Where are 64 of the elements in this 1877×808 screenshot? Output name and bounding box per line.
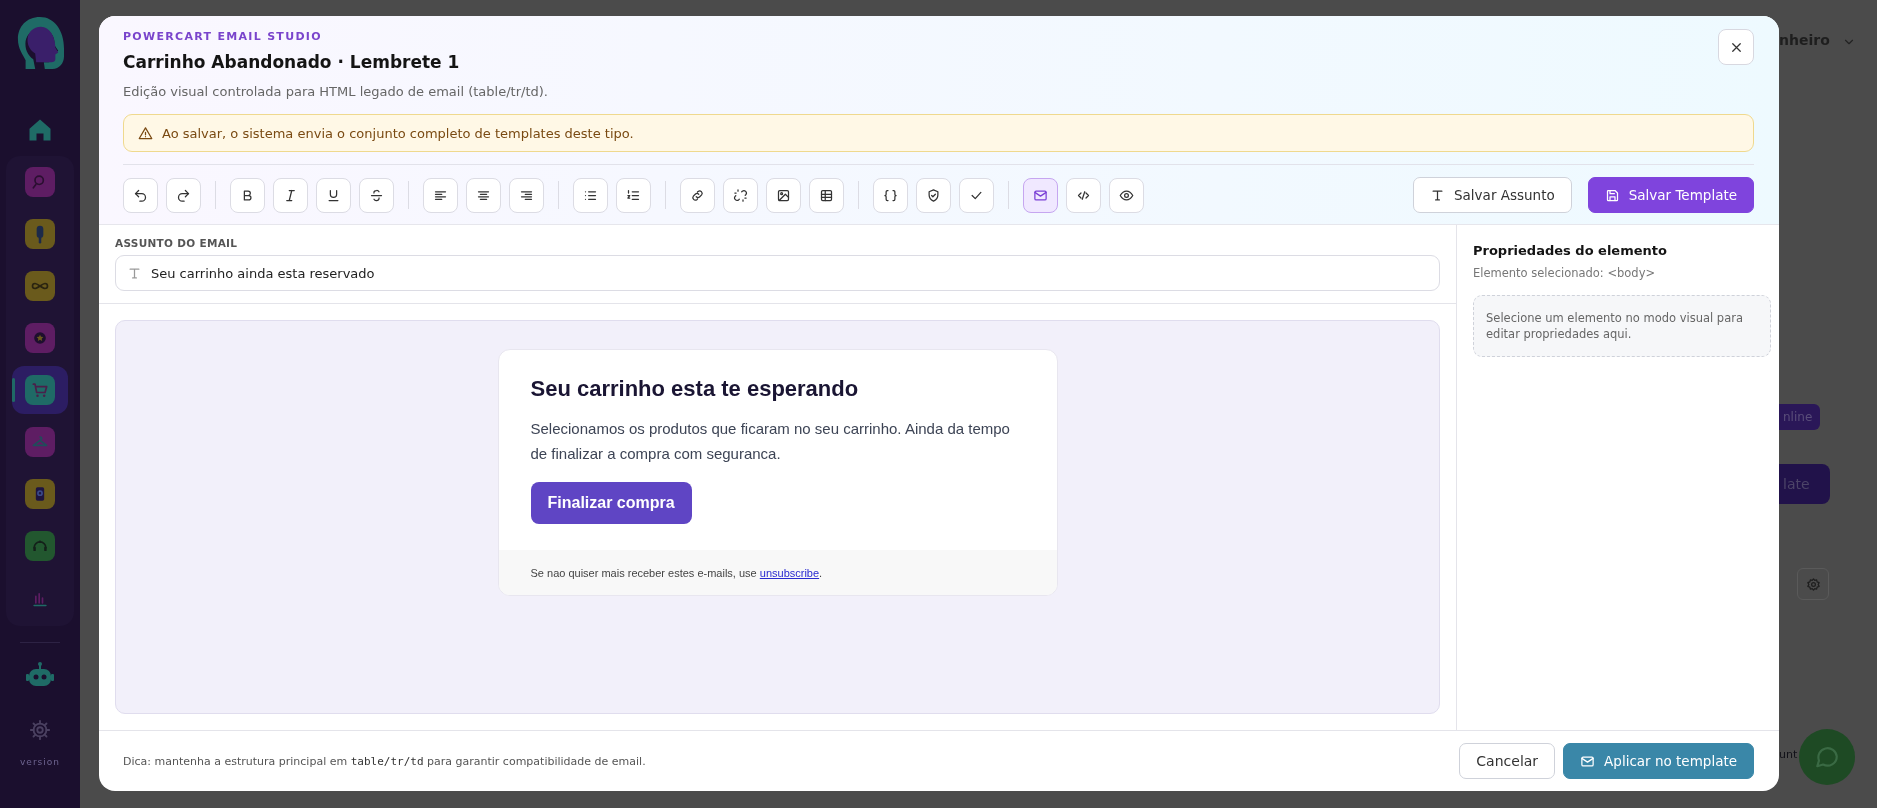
numbered-list-icon <box>626 187 641 203</box>
link-icon <box>690 187 705 203</box>
unsubscribe-link[interactable]: unsubscribe <box>759 567 820 579</box>
toolbar-button[interactable] <box>466 177 501 213</box>
close-button[interactable] <box>1718 29 1754 65</box>
mail-icon <box>1033 187 1048 203</box>
toolbar-button[interactable] <box>616 177 651 213</box>
save-icon <box>1604 187 1620 203</box>
warning-icon <box>138 125 153 141</box>
warning-text: Ao salvar, o sistema envia o conjunto completo de templates deste tipo. <box>162 125 634 141</box>
hint-text: Dica: mantenha a estrutura principal em table/tr/td para garantir compatibilidade de email. <box>123 754 646 768</box>
apply-template-button[interactable]: Aplicar no template <box>1563 743 1754 779</box>
finalize-purchase-button[interactable]: Finalizar compra <box>530 482 692 524</box>
sidebar-item[interactable] <box>25 375 55 405</box>
gear-icon <box>1805 576 1821 592</box>
italic-icon <box>283 187 298 203</box>
mail-icon <box>1580 753 1596 769</box>
email-heading: Seu carrinho esta te esperando <box>530 376 860 402</box>
selected-element-text: Elemento selecionado: <body> <box>1473 266 1657 280</box>
panel-title: Propriedades do elemento <box>1473 243 1668 258</box>
subject-field[interactable]: Seu carrinho ainda esta reservado <box>115 255 1440 291</box>
toolbar-button[interactable] <box>766 177 801 213</box>
cancel-button[interactable]: Cancelar <box>1459 743 1556 779</box>
logo-icon <box>16 14 64 70</box>
sidebar-item[interactable] <box>25 219 55 249</box>
toolbar-button[interactable] <box>230 177 265 213</box>
sidebar-item[interactable] <box>25 479 55 509</box>
toolbar-button[interactable] <box>509 177 544 213</box>
email-body-text: Selecionamos os produtos que ficaram no seu carrinho. Ainda da tempo de finalizar a compra com seguranca. <box>530 419 1011 464</box>
toolbar-button[interactable] <box>809 177 844 213</box>
version-label: version <box>20 757 60 767</box>
sidebar-item[interactable] <box>25 427 55 457</box>
toolbar-button[interactable] <box>1109 177 1144 213</box>
robot-icon[interactable] <box>25 661 55 689</box>
shield-check-icon <box>926 187 941 203</box>
toolbar-button[interactable] <box>423 177 458 213</box>
active-marker <box>12 378 15 402</box>
chat-bubble-icon <box>1814 744 1840 770</box>
save-subject-button[interactable]: Salvar Assunto <box>1413 177 1572 213</box>
image-icon <box>776 187 791 203</box>
toolbar-button[interactable] <box>916 177 951 213</box>
toolbar-button[interactable] <box>316 177 351 213</box>
save-template-button[interactable]: Salvar Template <box>1587 177 1754 213</box>
eyebrow-label: POWERCART EMAIL STUDIO <box>123 30 323 43</box>
redo-icon <box>176 187 191 203</box>
empty-state-box: Selecione um elemento no modo visual para editar propriedades aqui. <box>1473 295 1771 357</box>
undo-icon <box>133 187 148 203</box>
toolbar-button[interactable] <box>680 177 715 213</box>
broken-link-icon <box>733 187 748 203</box>
underline-icon <box>326 187 341 203</box>
table-icon <box>819 187 834 203</box>
dialog-subtitle: Edição visual controlada para HTML legado de email (table/tr/td). <box>123 84 548 99</box>
unsubscribe-note: Se nao quiser mais receber estes e-mails, use unsubscribe. <box>530 567 824 579</box>
field-label: ASSUNTO DO EMAIL <box>115 237 239 249</box>
text-icon <box>127 266 142 281</box>
eye-icon <box>1119 187 1134 203</box>
sidebar-item[interactable] <box>25 531 55 561</box>
dialog-title: Carrinho Abandonado · Lembrete 1 <box>123 52 461 72</box>
braces-icon <box>883 187 898 203</box>
cart-icon <box>30 380 50 400</box>
settings-icon <box>29 719 51 741</box>
strikethrough-icon <box>369 187 384 203</box>
background-text: unt <box>1779 748 1798 761</box>
sidebar-item[interactable] <box>25 271 55 301</box>
